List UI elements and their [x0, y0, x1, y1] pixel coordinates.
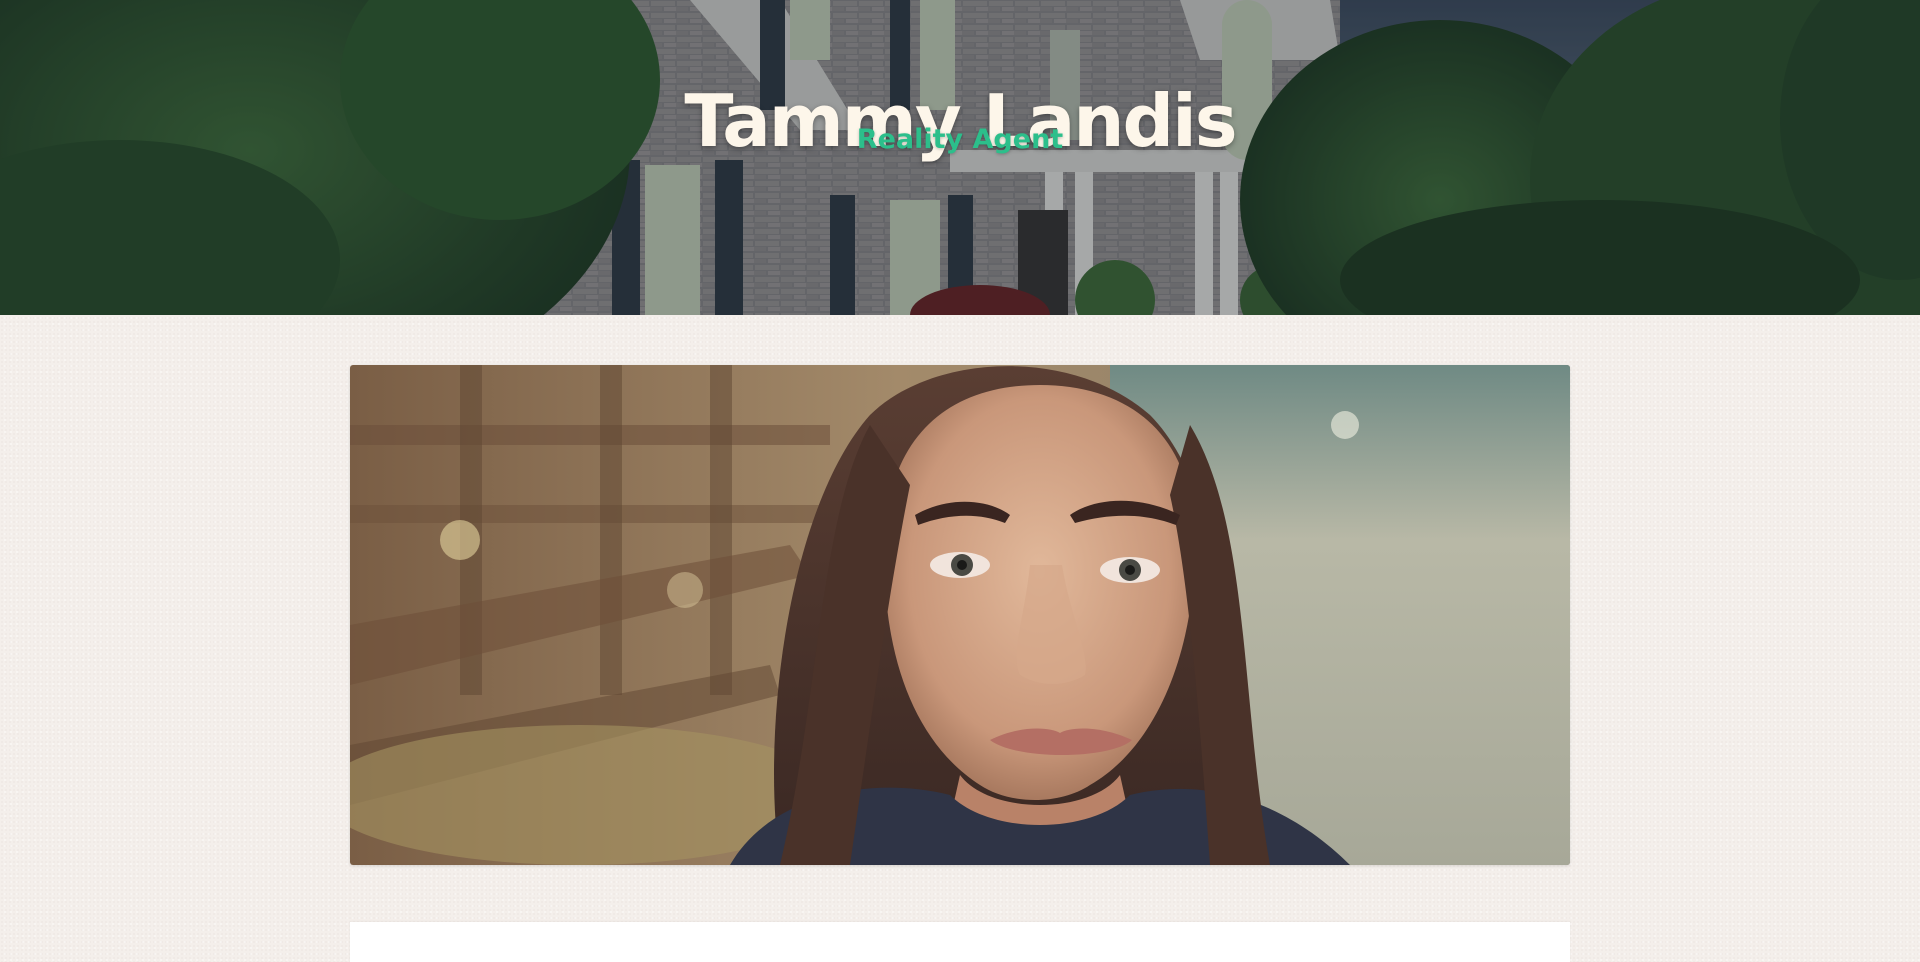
hero-header: Tammy Landis Reality Agent — [0, 0, 1920, 315]
portrait-photo-graphic — [350, 365, 1570, 865]
content-card — [350, 922, 1570, 962]
agent-portrait-image — [350, 365, 1570, 865]
agent-role-subtitle: Reality Agent — [856, 124, 1064, 155]
